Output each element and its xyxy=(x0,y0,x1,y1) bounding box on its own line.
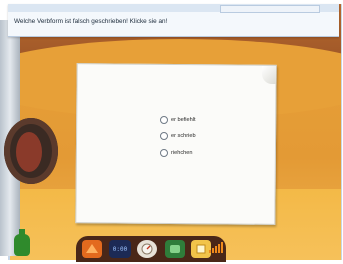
green-button-icon[interactable] xyxy=(165,240,185,258)
green-bottle-icon[interactable] xyxy=(14,234,30,256)
question-text: Welche Verbform ist falsch geschrieben! … xyxy=(14,18,168,25)
option-1[interactable]: er befiehlt xyxy=(160,115,196,125)
option-2[interactable]: er schrieb xyxy=(160,131,196,141)
timer-display: 0:00 xyxy=(109,240,131,258)
progress-bar xyxy=(212,248,214,253)
book-icon[interactable] xyxy=(191,240,211,258)
option-label: riehchen xyxy=(171,150,193,156)
answer-paper xyxy=(75,63,277,225)
drum-center xyxy=(16,132,42,172)
progress-bar xyxy=(215,246,217,253)
top-strip-box xyxy=(220,5,320,13)
orange-arrow-icon[interactable] xyxy=(82,240,102,258)
progress-bar xyxy=(209,250,211,253)
progress-bar xyxy=(221,242,223,253)
dial-icon[interactable] xyxy=(137,240,157,258)
bar-chart-icon[interactable] xyxy=(209,242,223,253)
radio-button[interactable] xyxy=(160,132,168,140)
progress-bar xyxy=(218,244,220,253)
option-label: er befiehlt xyxy=(171,117,196,123)
option-3[interactable]: riehchen xyxy=(160,148,192,158)
radio-button[interactable] xyxy=(160,149,168,157)
radio-button[interactable] xyxy=(160,116,168,124)
option-label: er schrieb xyxy=(171,133,196,139)
